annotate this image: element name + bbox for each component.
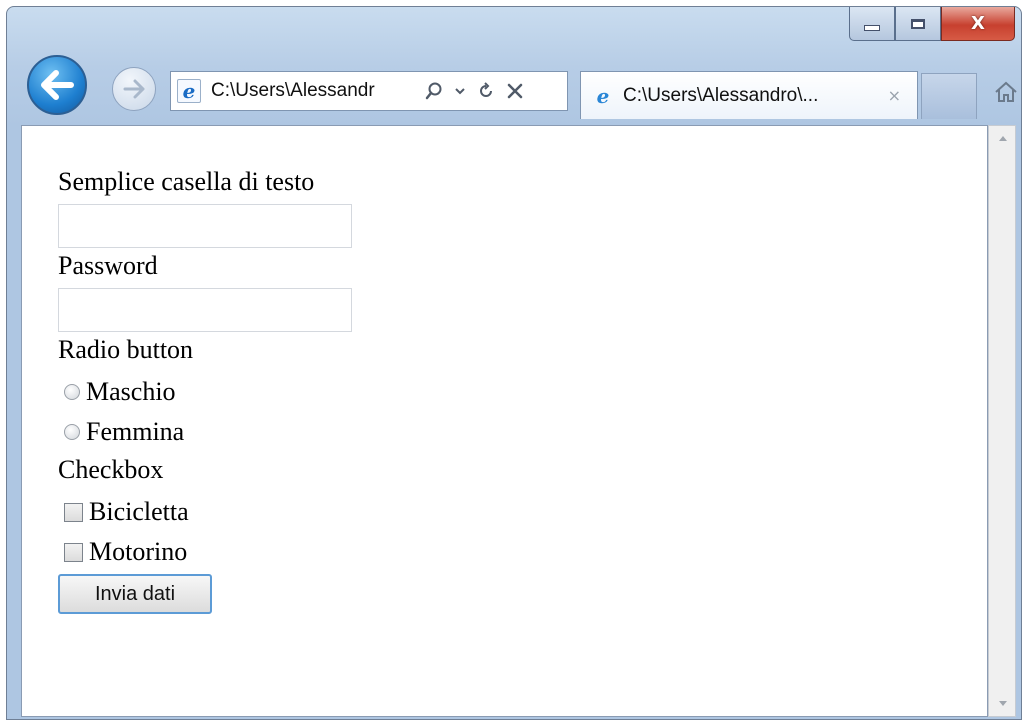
scroll-down-icon[interactable]: [999, 701, 1007, 706]
page-icon: e: [177, 79, 201, 103]
search-icon[interactable]: [425, 82, 443, 100]
checkbox-group-label: Checkbox: [58, 455, 164, 484]
radio-option-maschio[interactable]: Maschio: [64, 372, 352, 412]
address-bar[interactable]: e C:\Users\Alessandr: [170, 71, 568, 111]
ie-icon: e: [596, 83, 610, 108]
submit-button[interactable]: Invia dati: [58, 574, 212, 614]
radio-option-label: Femmina: [86, 417, 185, 446]
checkbox-option-label: Motorino: [89, 537, 188, 566]
radio-button[interactable]: [64, 424, 80, 440]
password-field[interactable]: [58, 288, 352, 332]
home-icon[interactable]: [993, 79, 1019, 105]
radio-option-label: Maschio: [86, 377, 176, 406]
address-tools: [425, 82, 523, 100]
checkbox-option-bicicletta[interactable]: Bicicletta: [64, 492, 352, 532]
text-field-label: Semplice casella di testo: [58, 167, 315, 196]
scroll-up-icon[interactable]: [999, 136, 1007, 141]
password-label: Password: [58, 251, 158, 280]
stop-icon[interactable]: [507, 83, 523, 99]
checkbox[interactable]: [64, 542, 83, 562]
radio-option-femmina[interactable]: Femmina: [64, 412, 352, 452]
tab-current-page[interactable]: e C:\Users\Alessandro\... ×: [580, 71, 918, 119]
minimize-icon: [864, 24, 880, 31]
close-window-button[interactable]: X: [941, 7, 1015, 41]
tab-title: C:\Users\Alessandro\...: [623, 84, 819, 106]
close-icon: X: [971, 13, 985, 34]
vertical-scrollbar[interactable]: [988, 125, 1016, 717]
checkbox-option-motorino[interactable]: Motorino: [64, 532, 352, 572]
browser-window: X e C:\Users\Alessandr e C:\Users\Alessa…: [6, 6, 1022, 720]
page-content: Semplice casella di testo Password Radio…: [21, 125, 988, 717]
radio-button[interactable]: [64, 384, 80, 400]
arrow-left-icon: [41, 70, 74, 100]
address-url[interactable]: C:\Users\Alessandr: [211, 80, 417, 102]
refresh-icon[interactable]: [477, 82, 495, 100]
chevron-down-icon[interactable]: [455, 86, 465, 96]
minimize-button[interactable]: [849, 7, 895, 41]
new-tab-button[interactable]: [921, 73, 977, 119]
back-button[interactable]: [27, 55, 87, 115]
checkbox[interactable]: [64, 502, 83, 522]
radio-group-label: Radio button: [58, 335, 194, 364]
arrow-right-icon: [123, 79, 145, 99]
form: Semplice casella di testo Password Radio…: [58, 164, 352, 614]
caption-buttons: X: [849, 7, 1015, 43]
checkbox-option-label: Bicicletta: [89, 497, 189, 526]
text-field[interactable]: [58, 204, 352, 248]
tab-close-button[interactable]: ×: [888, 86, 901, 105]
maximize-button[interactable]: [895, 7, 941, 41]
maximize-icon: [911, 18, 925, 29]
forward-button[interactable]: [112, 67, 156, 111]
